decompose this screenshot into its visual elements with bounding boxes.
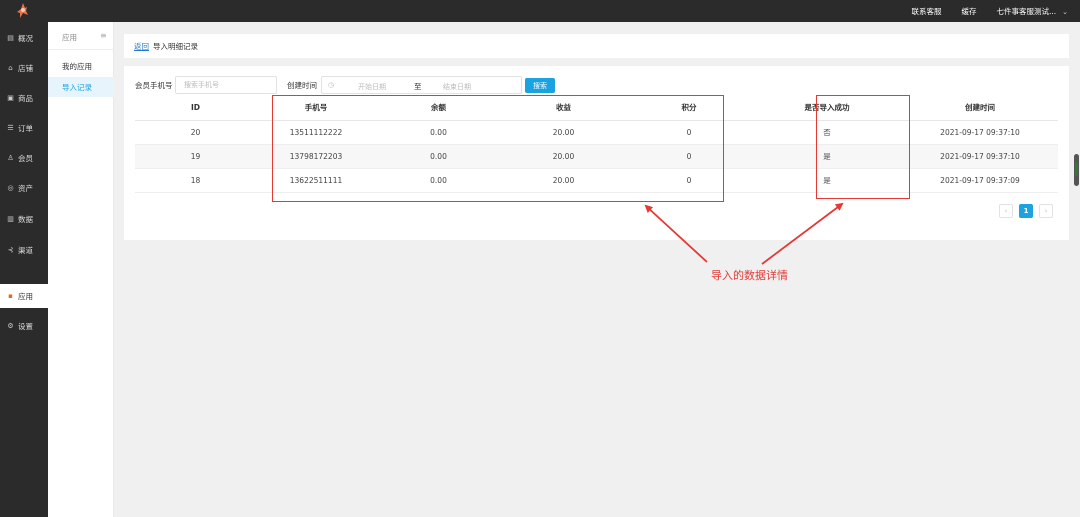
cell-created-time: 2021-09-17 09:37:09: [902, 168, 1058, 193]
top-links: 联系客服 缓存 七件事客服测试... ⌄: [911, 0, 1068, 22]
sidebar-item-overview[interactable]: ▤ 概况: [0, 26, 48, 50]
sidebar-item-settings[interactable]: ⚙ 设置: [0, 314, 48, 338]
sidebar-item-label: 商品: [18, 93, 33, 103]
sidebar-item-label: 渠道: [18, 245, 33, 255]
breadcrumb: 返回 导入明细记录: [124, 34, 1069, 58]
cell-created-time: 2021-09-17 09:37:10: [902, 120, 1058, 145]
sidebar-item-channels[interactable]: ⊰ 渠道: [0, 238, 48, 262]
apps-icon: ▪: [8, 292, 13, 300]
cell-id: 18: [135, 168, 256, 193]
search-button[interactable]: 搜索: [525, 78, 555, 93]
sidebar-item-shop[interactable]: ⌂ 店铺: [0, 56, 48, 80]
create-time-label: 创建时间: [287, 81, 317, 90]
sidebar-item-label: 设置: [18, 321, 33, 331]
start-date-input[interactable]: 开始日期: [358, 82, 386, 92]
date-range-picker[interactable]: ◷ 开始日期 至 结束日期: [321, 76, 522, 94]
highlight-box-data: [272, 95, 724, 202]
highlight-box-import-status: [816, 95, 910, 199]
main-sidebar: ▤ 概况 ⌂ 店铺 ▣ 商品 ☰ 订单 ♙ 会员 ◎ 资产 ▥ 数据 ⊰ 渠道 ▪ 应用 ⚙ 设置: [0, 22, 48, 517]
subnav-item-my-apps[interactable]: 我的应用: [48, 56, 114, 76]
sidebar-item-members[interactable]: ♙ 会员: [0, 146, 48, 170]
phone-search-input[interactable]: 搜索手机号: [175, 76, 277, 94]
phone-label: 会员手机号: [135, 81, 173, 90]
subnav-item-import-records[interactable]: 导入记录: [48, 77, 114, 97]
logo-icon[interactable]: [14, 2, 32, 20]
contact-support-link[interactable]: 联系客服: [911, 6, 941, 17]
page-1-button[interactable]: 1: [1019, 204, 1033, 218]
sidebar-item-apps[interactable]: ▪ 应用: [0, 284, 48, 308]
sidebar-item-label: 资产: [18, 183, 33, 193]
asset-icon: ◎: [7, 184, 14, 192]
cell-id: 19: [135, 144, 256, 169]
prev-page-button[interactable]: ‹: [999, 204, 1013, 218]
sidebar-item-label: 订单: [18, 123, 33, 133]
sidebar-item-orders[interactable]: ☰ 订单: [0, 116, 48, 140]
date-separator: 至: [414, 82, 422, 91]
account-name: 七件事客服测试...: [996, 6, 1057, 16]
account-menu[interactable]: 七件事客服测试... ⌄: [996, 6, 1068, 17]
next-page-button[interactable]: ›: [1039, 204, 1053, 218]
sidebar-item-assets[interactable]: ◎ 资产: [0, 176, 48, 200]
sidebar-item-goods[interactable]: ▣ 商品: [0, 86, 48, 110]
end-date-input[interactable]: 结束日期: [443, 82, 471, 92]
subnav-header: 应用 ≡: [48, 22, 114, 50]
sidebar-item-label: 数据: [18, 214, 33, 224]
settings-icon: ⚙: [7, 322, 14, 330]
shop-icon: ⌂: [8, 64, 13, 72]
sidebar-item-label: 概况: [18, 33, 33, 43]
subnav-title: 应用: [62, 33, 77, 42]
sidebar-item-label: 会员: [18, 153, 33, 163]
cell-created-time: 2021-09-17 09:37:10: [902, 144, 1058, 169]
clock-icon: ◷: [328, 81, 335, 89]
page-title: 导入明细记录: [153, 41, 198, 51]
annotation-note: 导入的数据详情: [711, 269, 788, 282]
top-bar: 联系客服 缓存 七件事客服测试... ⌄: [0, 0, 1080, 22]
scrollbar[interactable]: [1074, 154, 1079, 186]
chevron-down-icon: ⌄: [1062, 7, 1068, 16]
filter-bar: 会员手机号 搜索手机号 创建时间 ◷ 开始日期 至 结束日期 搜索: [124, 76, 1069, 94]
data-icon: ▥: [7, 215, 14, 223]
sidebar-item-label: 应用: [18, 291, 33, 301]
member-icon: ♙: [7, 154, 14, 162]
menu-toggle-icon[interactable]: ≡: [100, 31, 107, 40]
goods-icon: ▣: [7, 94, 14, 102]
sidebar-item-label: 店铺: [18, 63, 33, 73]
back-link[interactable]: 返回: [134, 41, 149, 52]
column-header-id: ID: [135, 96, 256, 121]
channel-icon: ⊰: [7, 246, 14, 254]
sidebar-item-data[interactable]: ▥ 数据: [0, 207, 48, 231]
sub-navigation: 应用 ≡ 我的应用 导入记录: [48, 22, 114, 517]
column-header-created-time: 创建时间: [902, 96, 1058, 121]
order-icon: ☰: [7, 124, 14, 132]
overview-icon: ▤: [7, 34, 14, 42]
cache-link[interactable]: 缓存: [961, 6, 976, 17]
cell-id: 20: [135, 120, 256, 145]
